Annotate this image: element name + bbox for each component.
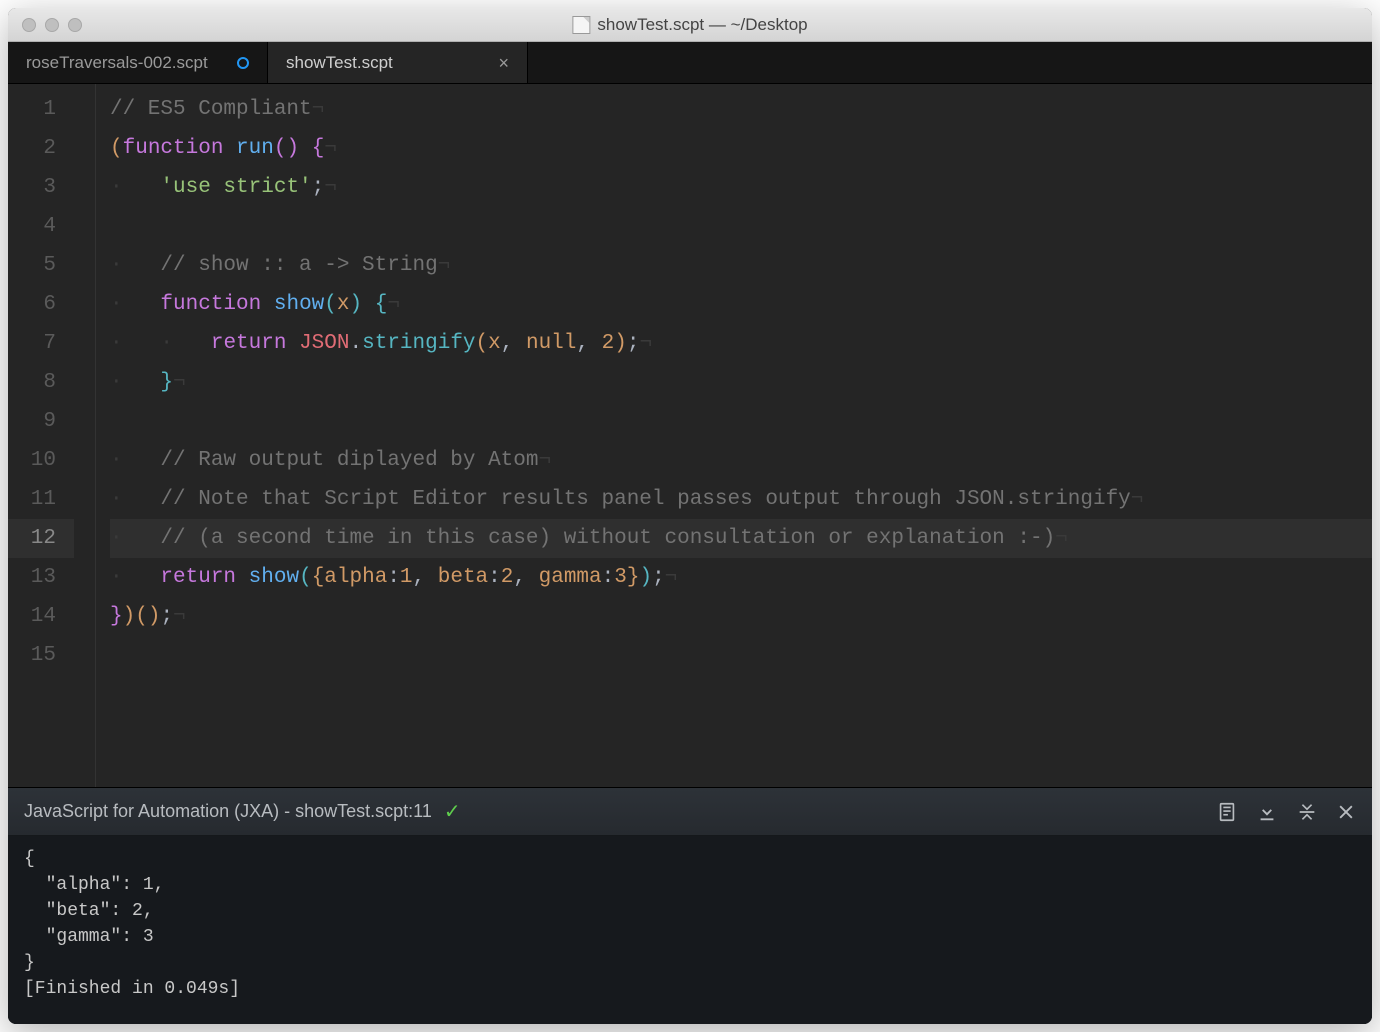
modified-indicator-icon — [237, 57, 249, 69]
tab-show-test[interactable]: showTest.scpt × — [268, 42, 528, 83]
line-number[interactable]: 2 — [8, 129, 74, 168]
code-line[interactable]: · // (a second time in this case) withou… — [110, 519, 1372, 558]
zoom-window-button[interactable] — [68, 18, 82, 32]
code-line[interactable] — [110, 207, 1372, 246]
close-panel-icon[interactable] — [1336, 802, 1356, 822]
line-number[interactable]: 14 — [8, 597, 74, 636]
line-number[interactable]: 9 — [8, 402, 74, 441]
tab-bar: roseTraversals-002.scpt showTest.scpt × — [8, 42, 1372, 84]
code-area[interactable]: // ES5 Compliant¬(function run() {¬· 'us… — [96, 84, 1372, 787]
copy-icon[interactable] — [1216, 801, 1238, 823]
line-number[interactable]: 8 — [8, 363, 74, 402]
output-panel: JavaScript for Automation (JXA) - showTe… — [8, 787, 1372, 1024]
line-number-gutter: 123456789101112131415 — [8, 84, 74, 787]
window-title: showTest.scpt — ~/Desktop — [572, 15, 807, 35]
output-header: JavaScript for Automation (JXA) - showTe… — [8, 788, 1372, 836]
code-line[interactable]: · }¬ — [110, 363, 1372, 402]
check-icon: ✓ — [444, 799, 461, 824]
code-line[interactable]: // ES5 Compliant¬ — [110, 90, 1372, 129]
line-number[interactable]: 6 — [8, 285, 74, 324]
minimize-window-button[interactable] — [45, 18, 59, 32]
output-toolbar — [1216, 801, 1356, 823]
tab-label: showTest.scpt — [286, 53, 393, 73]
traffic-lights — [8, 18, 82, 32]
code-line[interactable]: · · return JSON.stringify(x, null, 2);¬ — [110, 324, 1372, 363]
output-body[interactable]: { "alpha": 1, "beta": 2, "gamma": 3 } [F… — [8, 836, 1372, 1024]
line-number[interactable]: 13 — [8, 558, 74, 597]
line-number[interactable]: 7 — [8, 324, 74, 363]
document-icon — [572, 16, 590, 34]
line-number[interactable]: 1 — [8, 90, 74, 129]
code-line[interactable]: · // Note that Script Editor results pan… — [110, 480, 1372, 519]
line-number[interactable]: 15 — [8, 636, 74, 675]
collapse-icon[interactable] — [1296, 801, 1318, 823]
code-line[interactable]: · 'use strict';¬ — [110, 168, 1372, 207]
editor-window: showTest.scpt — ~/Desktop roseTraversals… — [8, 8, 1372, 1024]
close-tab-icon[interactable]: × — [498, 54, 509, 72]
titlebar[interactable]: showTest.scpt — ~/Desktop — [8, 8, 1372, 42]
code-editor[interactable]: 123456789101112131415 // ES5 Compliant¬(… — [8, 84, 1372, 787]
code-line[interactable]: · function show(x) {¬ — [110, 285, 1372, 324]
line-number[interactable]: 11 — [8, 480, 74, 519]
code-line[interactable]: · // Raw output diplayed by Atom¬ — [110, 441, 1372, 480]
close-window-button[interactable] — [22, 18, 36, 32]
window-title-text: showTest.scpt — ~/Desktop — [597, 15, 807, 35]
output-header-text: JavaScript for Automation (JXA) - showTe… — [24, 801, 432, 822]
code-line[interactable]: (function run() {¬ — [110, 129, 1372, 168]
line-number[interactable]: 10 — [8, 441, 74, 480]
line-number[interactable]: 12 — [8, 519, 74, 558]
tab-label: roseTraversals-002.scpt — [26, 53, 208, 73]
code-line[interactable]: · // show :: a -> String¬ — [110, 246, 1372, 285]
fold-column — [74, 84, 96, 787]
code-line[interactable] — [110, 402, 1372, 441]
line-number[interactable]: 3 — [8, 168, 74, 207]
line-number[interactable]: 4 — [8, 207, 74, 246]
code-line[interactable]: · return show({alpha:1, beta:2, gamma:3}… — [110, 558, 1372, 597]
code-line[interactable] — [110, 636, 1372, 675]
tab-rose-traversals[interactable]: roseTraversals-002.scpt — [8, 42, 268, 83]
download-icon[interactable] — [1256, 801, 1278, 823]
code-line[interactable]: })();¬ — [110, 597, 1372, 636]
line-number[interactable]: 5 — [8, 246, 74, 285]
